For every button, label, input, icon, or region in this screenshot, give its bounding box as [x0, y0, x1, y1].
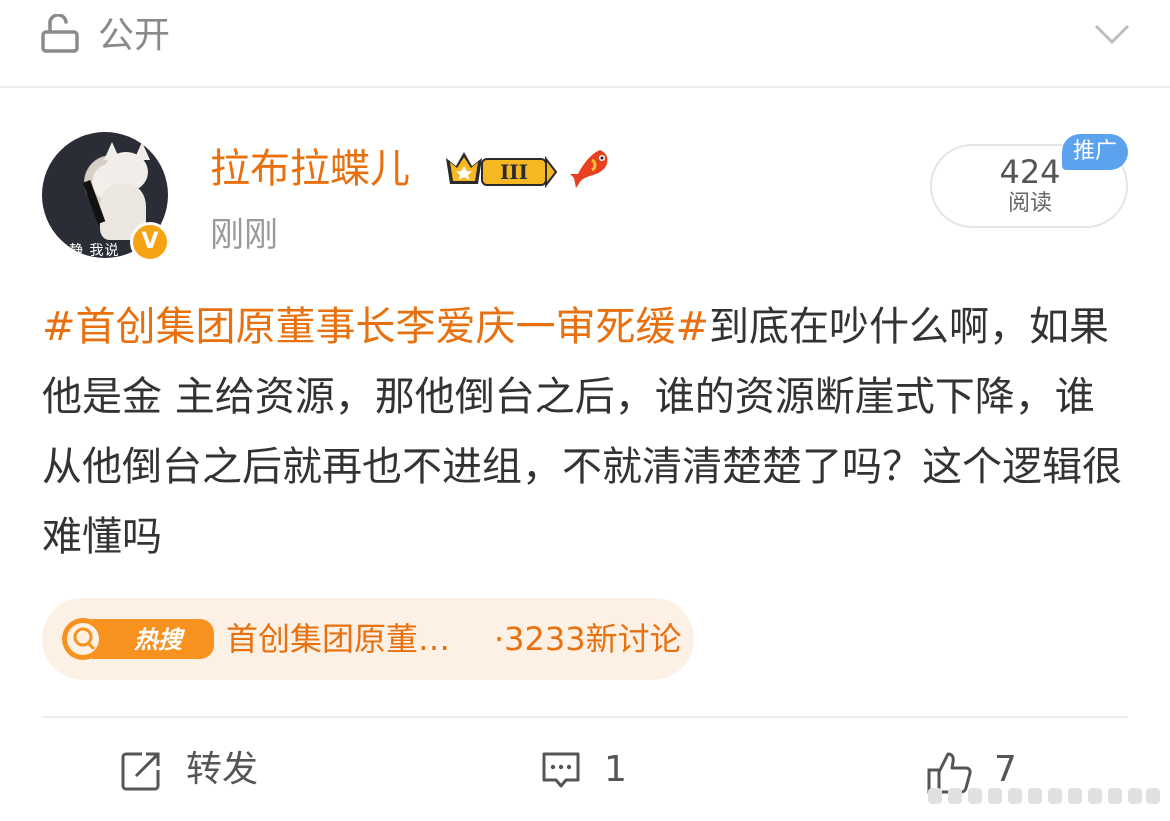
promote-tag[interactable]: 推广 — [1062, 134, 1128, 170]
visibility-bar[interactable]: 公开 — [0, 0, 1170, 86]
hot-search-title: 首创集团原董… — [226, 620, 451, 658]
avatar-caption: 安静 我说 — [54, 243, 120, 258]
comment-icon — [542, 752, 580, 788]
divider — [42, 716, 1128, 718]
chevron-down-icon[interactable] — [1092, 18, 1132, 48]
level-text: III — [500, 160, 528, 184]
hot-search-chip[interactable]: 热搜 首创集团原董… ·3233新讨论 — [42, 598, 694, 680]
verified-badge-icon: V — [130, 222, 170, 262]
repost-label: 转发 — [186, 749, 259, 790]
repost-icon — [121, 752, 160, 791]
read-label: 阅读 — [1007, 191, 1052, 216]
unlock-icon — [41, 14, 79, 53]
hot-search-stat: ·3233新讨论 — [494, 620, 682, 658]
topic-link[interactable]: #首创集团原董事长李爱庆一审死缓# — [42, 304, 709, 350]
comment-count: 1 — [604, 749, 627, 790]
hot-search-logo-icon: 热搜 — [62, 618, 214, 660]
member-crown-icon[interactable]: III — [444, 148, 560, 190]
watermark-dots — [928, 788, 1160, 804]
username[interactable]: 拉布拉蝶儿 — [210, 142, 410, 196]
post-body: #首创集团原董事长李爱庆一审死缓#到底在吵什么啊，如果他是金 主给资源，那他倒台… — [42, 292, 1128, 572]
divider — [0, 86, 1170, 88]
post-timestamp: 刚刚 — [210, 215, 278, 255]
hot-search-logo-text: 热搜 — [133, 626, 186, 654]
visibility-label: 公开 — [98, 15, 171, 56]
koi-fish-icon[interactable] — [570, 146, 612, 190]
